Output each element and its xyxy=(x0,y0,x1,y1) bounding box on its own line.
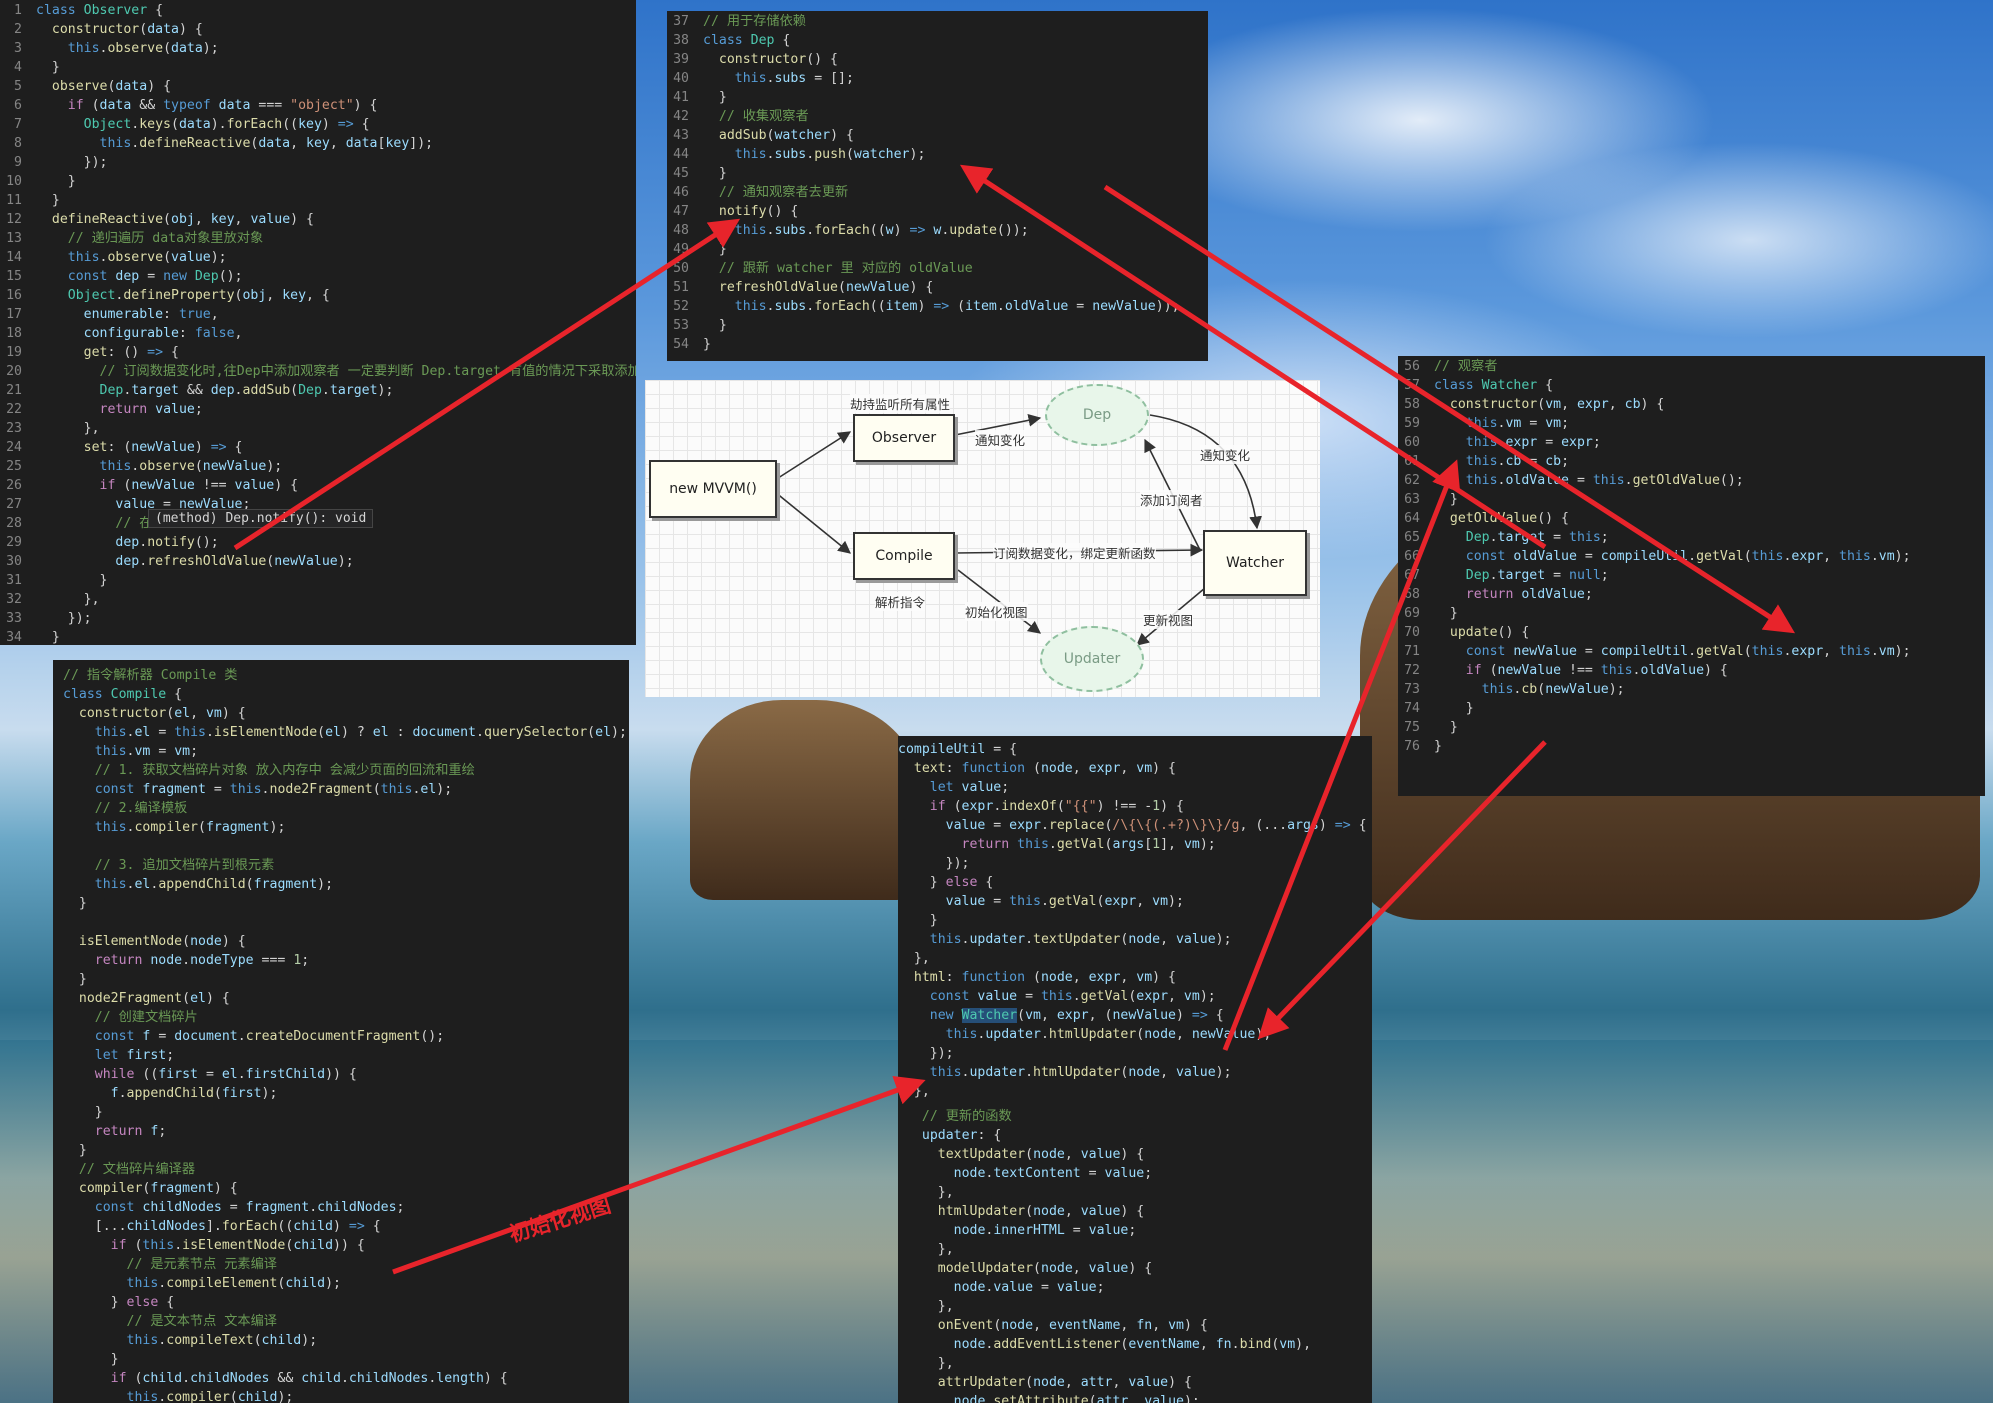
red-annotation-arrows xyxy=(233,164,1796,1275)
